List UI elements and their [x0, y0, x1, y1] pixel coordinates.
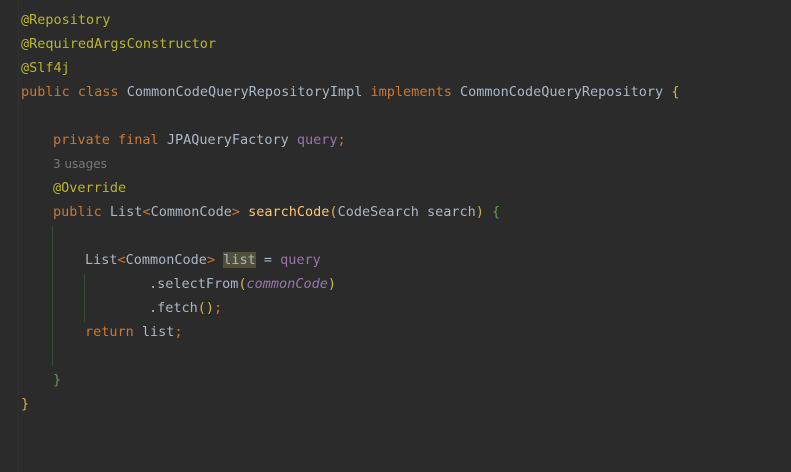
code-line[interactable]: @RequiredArgsConstructor [21, 32, 791, 56]
method-name: searchCode [248, 204, 330, 220]
code-line[interactable]: @Slf4j [21, 56, 791, 80]
annotation: @Slf4j [21, 60, 70, 76]
code-line[interactable]: public class CommonCodeQueryRepositoryIm… [21, 80, 791, 104]
keyword: final [118, 132, 159, 148]
interface-name: CommonCodeQueryRepository [459, 84, 664, 100]
keyword: implements [370, 84, 452, 100]
gutter-divider [18, 0, 19, 472]
variable-name: list [141, 324, 175, 340]
semicolon: ; [214, 300, 223, 316]
keyword: return [85, 324, 134, 340]
type-name: CommonCode [150, 204, 232, 220]
type-name: List [85, 252, 118, 268]
angle-bracket: < [142, 204, 151, 220]
class-name: CommonCodeQueryRepositoryImpl [126, 84, 363, 100]
semicolon: ; [337, 132, 346, 148]
operator: = [263, 252, 273, 268]
code-line[interactable]: @Override [21, 176, 791, 200]
method-call: .fetch [149, 300, 198, 316]
method-call: .selectFrom [149, 276, 239, 292]
code-area[interactable]: @Repository @RequiredArgsConstructor @Sl… [21, 8, 791, 416]
type-name: List [109, 204, 143, 220]
keyword: public [21, 84, 70, 100]
field-name: query [280, 252, 321, 268]
code-line[interactable]: return list; [21, 320, 791, 344]
annotation: @Override [53, 180, 127, 196]
type-name: CommonCode [125, 252, 207, 268]
brace: { [492, 204, 501, 220]
semicolon: ; [174, 324, 183, 340]
paren: () [197, 300, 215, 316]
variable-name-highlighted: list [223, 252, 256, 268]
code-line[interactable]: } [21, 392, 791, 416]
code-line[interactable]: } [21, 368, 791, 392]
code-line: 3 usages [21, 152, 791, 176]
brace: } [21, 396, 30, 412]
annotation: @Repository [21, 12, 111, 28]
code-line[interactable]: List<CommonCode> list = query [21, 248, 791, 272]
type-name: CodeSearch [337, 204, 419, 220]
type-name: JPAQueryFactory [166, 132, 289, 148]
angle-bracket: > [231, 204, 240, 220]
angle-bracket: > [206, 252, 216, 268]
field-name: query [296, 132, 338, 148]
static-field: commonCode [246, 276, 328, 292]
keyword: private [53, 132, 110, 148]
code-line[interactable]: public List<CommonCode> searchCode(CodeS… [21, 200, 791, 224]
code-line[interactable] [21, 344, 791, 368]
angle-bracket: < [117, 252, 126, 268]
annotation: @RequiredArgsConstructor [21, 36, 217, 52]
code-editor[interactable]: @Repository @RequiredArgsConstructor @Sl… [0, 0, 791, 472]
code-line[interactable] [21, 104, 791, 128]
brace: } [53, 372, 62, 388]
paren: ) [475, 204, 484, 220]
code-line[interactable]: .selectFrom(commonCode) [21, 272, 791, 296]
keyword: public [53, 204, 102, 220]
code-line[interactable]: @Repository [21, 8, 791, 32]
code-line[interactable]: .fetch(); [21, 296, 791, 320]
keyword: class [77, 84, 119, 100]
code-line[interactable] [21, 224, 791, 248]
paren: ( [238, 276, 247, 292]
paren: ) [327, 276, 336, 292]
paren: ( [329, 204, 338, 220]
brace: { [671, 84, 680, 100]
code-line[interactable]: private final JPAQueryFactory query; [21, 128, 791, 152]
param-name: search [426, 204, 476, 220]
usages-hint[interactable]: 3 usages [53, 157, 107, 171]
